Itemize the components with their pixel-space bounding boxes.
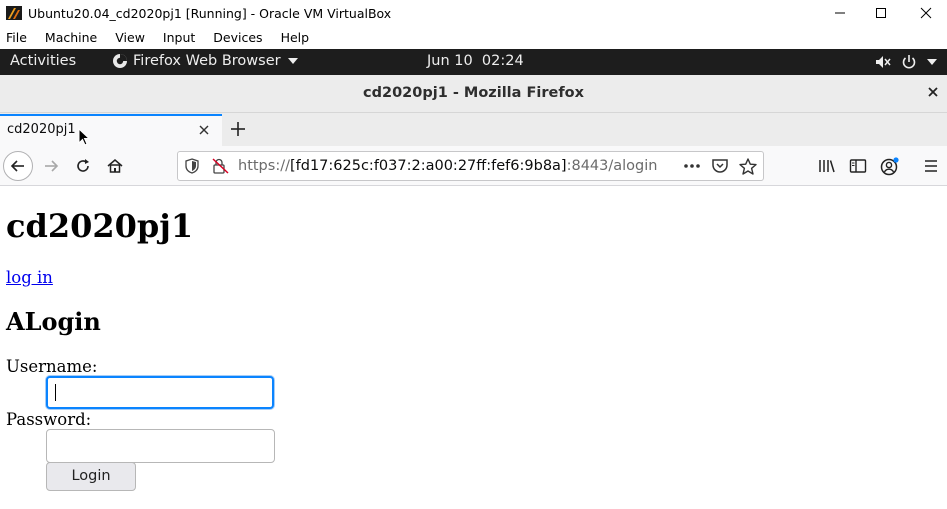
power-icon — [902, 55, 916, 69]
tab-label: cd2020pj1 — [7, 122, 76, 137]
chevron-down-icon — [287, 58, 298, 64]
back-button[interactable] — [3, 151, 33, 181]
vbox-menubar: File Machine View Input Devices Help — [0, 26, 947, 49]
close-icon[interactable] — [927, 86, 939, 98]
page-actions-icon[interactable] — [682, 157, 702, 175]
url-bar[interactable]: https://[fd17:625c:f037:2:a00:27ff:fef6:… — [177, 151, 764, 181]
close-icon — [920, 7, 932, 19]
firefox-icon — [113, 54, 127, 68]
chevron-down-icon — [927, 59, 937, 65]
section-heading: ALogin — [6, 307, 101, 336]
password-input[interactable] — [46, 429, 275, 463]
url-path: :8443/alogin — [566, 158, 658, 174]
sidebar-button[interactable] — [844, 152, 872, 180]
system-tray[interactable] — [875, 54, 937, 70]
vbox-window-title: Ubuntu20.04_cd2020pj1 [Running] - Oracle… — [28, 5, 392, 21]
app-menu-button[interactable] — [917, 152, 945, 180]
maximize-icon — [876, 8, 886, 18]
new-tab-icon[interactable] — [229, 120, 247, 138]
username-input[interactable] — [46, 376, 274, 409]
gnome-top-bar: Activities Firefox Web Browser Jun 10 02… — [0, 49, 947, 75]
url-text[interactable]: https://[fd17:625c:f037:2:a00:27ff:fef6:… — [238, 158, 657, 174]
login-button[interactable]: Login — [46, 462, 136, 491]
pocket-icon[interactable] — [711, 158, 729, 174]
volume-muted-icon — [876, 56, 891, 68]
reload-icon — [77, 159, 89, 172]
username-label: Username: — [6, 357, 98, 376]
menu-file[interactable]: File — [6, 30, 27, 45]
firefox-window-title: cd2020pj1 - Mozilla Firefox — [363, 85, 584, 101]
menu-machine[interactable]: Machine — [45, 30, 97, 45]
hamburger-menu-icon — [925, 160, 937, 172]
sidebar-icon — [849, 159, 867, 173]
menu-help[interactable]: Help — [281, 30, 310, 45]
library-icon — [819, 160, 835, 173]
back-arrow-icon — [10, 160, 24, 172]
firefox-titlebar: cd2020pj1 - Mozilla Firefox — [0, 75, 947, 113]
close-tab-icon[interactable] — [198, 124, 210, 136]
page-title: cd2020pj1 — [6, 207, 194, 245]
forward-arrow-icon — [45, 160, 59, 172]
account-button[interactable] — [876, 152, 904, 180]
tab-cd2020pj1[interactable]: cd2020pj1 — [0, 114, 222, 146]
maximize-button[interactable] — [858, 0, 904, 26]
close-window-button[interactable] — [903, 0, 947, 26]
reload-button[interactable] — [69, 152, 97, 180]
forward-button[interactable] — [37, 152, 65, 180]
login-link[interactable]: log in — [6, 268, 53, 287]
tracking-shield-icon[interactable] — [184, 158, 200, 174]
minimize-button[interactable] — [817, 0, 863, 26]
password-label: Password: — [6, 410, 92, 429]
text-caret — [55, 384, 56, 401]
library-button[interactable] — [813, 152, 841, 180]
vbox-titlebar: Ubuntu20.04_cd2020pj1 [Running] - Oracle… — [0, 0, 947, 26]
insecure-lock-icon[interactable] — [212, 158, 230, 174]
app-menu[interactable]: Firefox Web Browser — [112, 53, 299, 69]
url-host: [fd17:625c:f037:2:a00:27ff:fef6:9b8a] — [289, 158, 567, 174]
virtualbox-icon — [6, 6, 22, 20]
minimize-icon — [835, 12, 845, 14]
activities-button[interactable]: Activities — [10, 53, 76, 69]
menu-view[interactable]: View — [115, 30, 145, 45]
page-content: cd2020pj1 log in ALogin Username: Passwo… — [0, 187, 947, 509]
bookmark-star-icon[interactable] — [739, 158, 757, 175]
tab-strip: cd2020pj1 — [0, 113, 947, 146]
navigation-toolbar: https://[fd17:625c:f037:2:a00:27ff:fef6:… — [0, 146, 947, 186]
account-icon — [880, 157, 899, 176]
clock[interactable]: Jun 10 02:24 — [427, 53, 524, 69]
app-menu-label: Firefox Web Browser — [133, 53, 281, 69]
home-icon — [107, 159, 123, 173]
url-scheme: https:// — [238, 158, 290, 174]
home-button[interactable] — [101, 152, 129, 180]
menu-input[interactable]: Input — [163, 30, 195, 45]
menu-devices[interactable]: Devices — [213, 30, 262, 45]
mouse-cursor-icon — [78, 128, 90, 146]
